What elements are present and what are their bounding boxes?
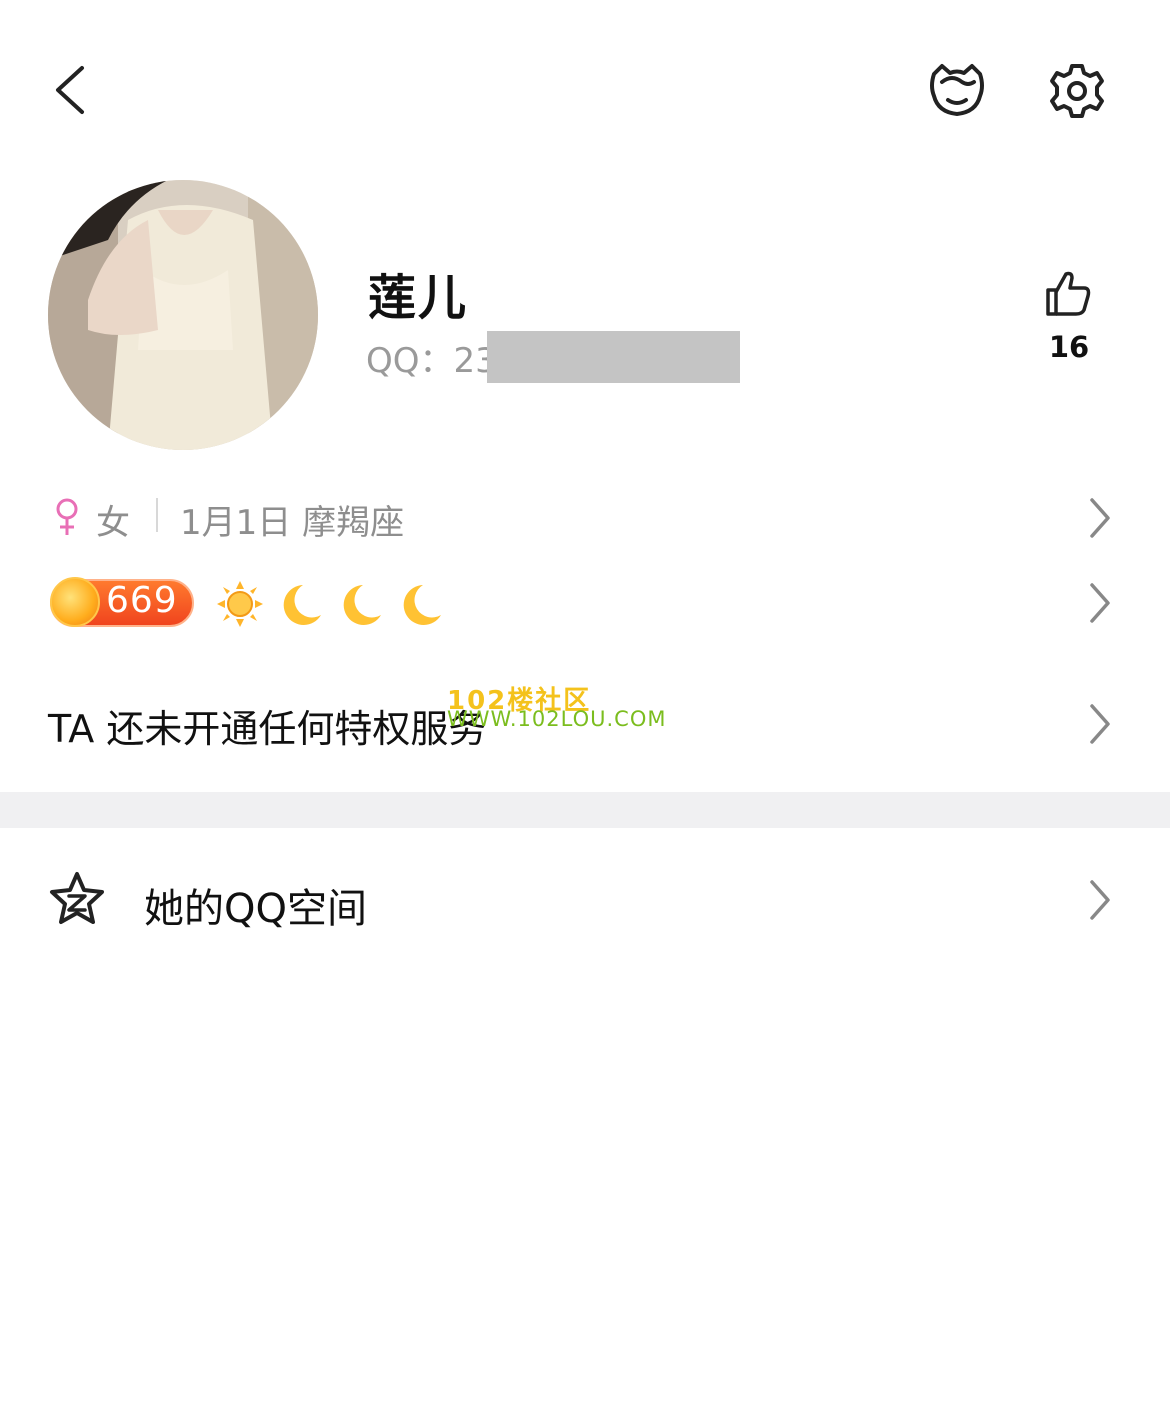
level-value: 669 (106, 580, 178, 621)
birthday-zodiac: 1月1日 摩羯座 (180, 503, 405, 543)
penguin-level-icon (50, 577, 100, 627)
qzone-star-icon (50, 872, 104, 924)
cat-face-icon[interactable] (926, 60, 988, 122)
back-chevron-icon[interactable] (48, 60, 108, 120)
female-icon (56, 498, 78, 535)
chevron-right-icon (1090, 583, 1110, 623)
qq-number: QQ：23 (366, 341, 497, 381)
gear-icon[interactable] (1048, 62, 1106, 120)
moon-icon (403, 585, 441, 625)
info-divider (156, 498, 158, 532)
moon-icon (283, 585, 321, 625)
thumbs-up-icon[interactable] (1044, 268, 1092, 318)
avatar-photo (48, 180, 318, 450)
nickname: 莲儿 (368, 270, 469, 326)
chevron-right-icon (1090, 880, 1110, 920)
like-count: 16 (1048, 330, 1090, 364)
chevron-right-icon (1090, 498, 1110, 538)
qzone-label: 她的QQ空间 (144, 886, 367, 932)
section-separator (0, 792, 1170, 828)
gender-label: 女 (96, 503, 130, 543)
watermark-url: WWW.102LOU.COM (447, 707, 667, 731)
avatar[interactable] (48, 180, 318, 450)
moon-icon (343, 585, 381, 625)
sun-icon (217, 581, 263, 627)
basic-info-row[interactable] (0, 488, 1170, 548)
qq-number-redaction (487, 331, 740, 383)
privilege-text: TA 还未开通任何特权服务 (48, 707, 487, 751)
chevron-right-icon (1090, 704, 1110, 744)
